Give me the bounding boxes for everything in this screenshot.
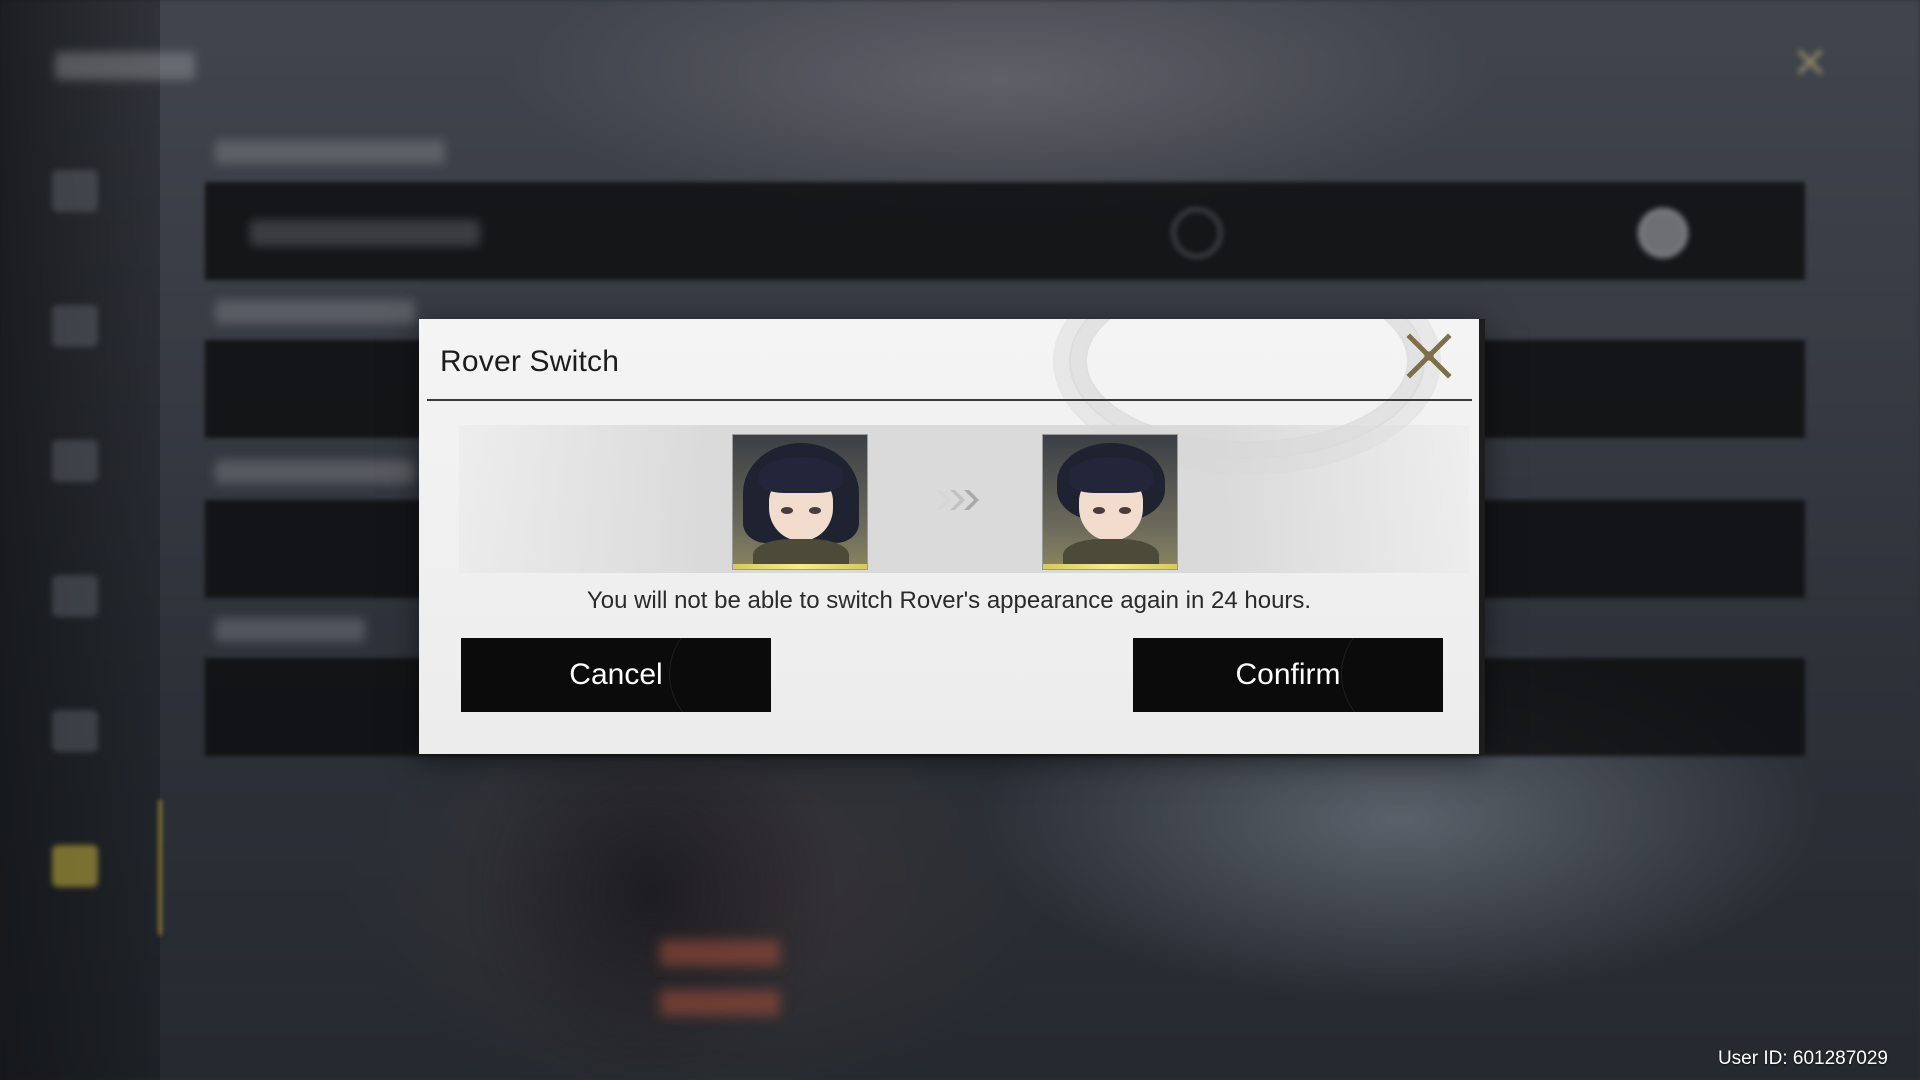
background-section-label [215,460,415,484]
portrait-eye [809,507,821,514]
portrait-bangs [1069,457,1153,493]
gamepad-icon [52,575,98,617]
close-icon[interactable] [1404,331,1454,381]
close-x-icon [1406,333,1452,379]
background-close-icon: ✕ [1791,39,1829,88]
user-id-label: User ID: 601287029 [1717,1048,1888,1069]
portrait-bangs [759,457,843,493]
background-section-label [215,140,445,164]
rover-switch-dialog: Rover Switch You will not be able to swi… [419,319,1485,754]
settings-sidebar [0,0,160,1080]
portrait-eye [1093,507,1105,514]
portrait-glow [1043,564,1177,569]
display-icon [52,305,98,347]
other-settings-icon [52,845,98,887]
background-toggle-right [1638,208,1688,258]
portrait-glow [733,564,867,569]
confirm-button[interactable]: Confirm [1133,638,1443,712]
rover-female-portrait [732,434,868,570]
background-row-text [250,220,480,246]
background-character-stripe [660,940,780,966]
background-section-label [215,618,365,642]
dialog-message: You will not be able to switch Rover's a… [586,587,1312,614]
dialog-title: Rover Switch [440,345,620,378]
cancel-button[interactable]: Cancel [461,638,771,712]
audio-icon [52,170,98,212]
cancel-button-label: Cancel [569,658,663,691]
portrait-eye [781,507,793,514]
sidebar-active-indicator [158,800,162,935]
background-section-label [215,300,415,324]
background-character [470,770,830,1080]
background-character-stripe [660,990,780,1016]
triple-chevron-right-icon [936,490,979,510]
background-header [55,52,195,80]
portrait-eye [1119,507,1131,514]
title-divider [427,399,1472,401]
shield-icon [52,440,98,482]
confirm-button-label: Confirm [1235,658,1341,691]
background-toggle-left [1172,208,1222,258]
keyboard-icon [52,710,98,752]
rover-male-portrait [1042,434,1178,570]
